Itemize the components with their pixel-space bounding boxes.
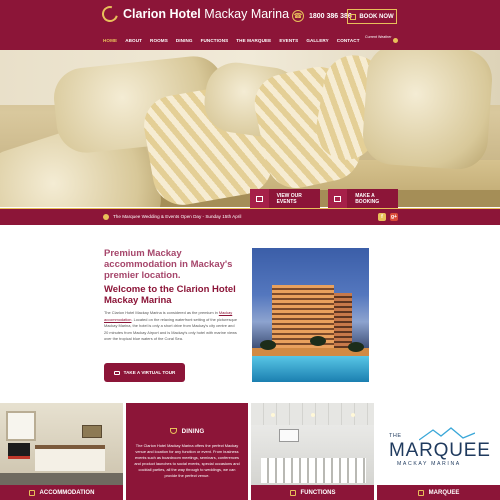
dining-tile[interactable]: DINING The Clarion Hotel Mackay Marina o… — [126, 403, 248, 500]
ceiling-light — [351, 413, 355, 417]
nav-dining[interactable]: DINING — [176, 38, 193, 43]
welcome-heading: Welcome to the Clarion Hotel Mackay Mari… — [104, 284, 236, 306]
chair-rows — [261, 458, 366, 483]
nav-home[interactable]: HOME — [103, 38, 117, 43]
functions-tile[interactable]: FUNCTIONS — [251, 403, 374, 500]
make-booking-button[interactable]: MAKE A BOOKING — [328, 189, 398, 209]
book-now-button[interactable]: BOOK NOW — [347, 9, 397, 24]
room-artwork — [82, 425, 102, 438]
book-now-label: BOOK NOW — [359, 13, 394, 20]
marquee-logo-name: MARQUEE — [389, 440, 491, 461]
marquee-logo-the: THE — [389, 433, 402, 439]
google-plus-icon[interactable]: g+ — [390, 213, 398, 221]
clarion-swirl-icon — [99, 3, 121, 25]
palm-tree — [310, 336, 326, 346]
palm-tree — [348, 342, 364, 352]
intro-heading: Premium Mackay accommodation in Mackay's… — [104, 248, 233, 281]
accommodation-tile[interactable]: ACCOMMODATION — [0, 403, 123, 500]
main-nav: HOME ABOUT ROOMS DINING FUNCTIONS THE MA… — [103, 38, 360, 43]
info-icon — [103, 214, 109, 220]
marquee-logo: THE MARQUEE MACKAY MARINA — [389, 423, 491, 473]
functions-icon — [289, 489, 296, 496]
weather-title: Current Weather — [365, 35, 392, 39]
facebook-icon[interactable]: f — [378, 213, 386, 221]
ceiling-light — [271, 413, 275, 417]
calendar-icon — [328, 189, 348, 209]
hotel-logo[interactable]: Clarion Hotel Mackay Marina — [99, 3, 289, 25]
hotel-tower — [272, 285, 334, 357]
cushion — [360, 50, 495, 172]
accommodation-label: ACCOMMODATION — [39, 489, 95, 496]
ceiling-light — [311, 413, 315, 417]
mountain-icon — [419, 427, 475, 441]
intro-text-before: The Clarion Hotel Mackay Marina is consi… — [104, 310, 219, 315]
marquee-tile[interactable]: THE MARQUEE MACKAY MARINA MARQUEE — [377, 403, 500, 500]
brand-name: Clarion Hotel Mackay Marina — [123, 7, 289, 21]
view-events-button[interactable]: VIEW OUR EVENTS — [250, 189, 320, 209]
marquee-label: MARQUEE — [428, 489, 460, 496]
pool — [252, 356, 369, 382]
nav-gallery[interactable]: GALLERY — [306, 38, 328, 43]
marquee-logo-sub: MACKAY MARINA — [397, 461, 461, 467]
phone-icon: ☎ — [292, 10, 304, 22]
sun-icon — [393, 38, 398, 43]
hotel-exterior-photo — [252, 248, 369, 382]
hero-image — [0, 50, 500, 207]
brand-bold: Clarion Hotel — [123, 7, 201, 21]
brand-light: Mackay Marina — [204, 7, 290, 21]
nav-rooms[interactable]: ROOMS — [150, 38, 168, 43]
view-events-label: VIEW OUR EVENTS — [276, 193, 302, 205]
accommodation-label-bar[interactable]: ACCOMMODATION — [0, 485, 123, 500]
dining-title: DINING — [126, 428, 248, 435]
phone-number: 1800 386 386 — [309, 12, 352, 20]
room-floor — [0, 473, 123, 485]
phone-contact[interactable]: ☎ 1800 386 386 — [292, 10, 352, 22]
room-tv — [8, 443, 30, 459]
announcement-bar: The Marquee Wedding & Events Open Day - … — [0, 208, 500, 225]
dining-title-text: DINING — [181, 428, 205, 435]
nav-the-marquee[interactable]: THE MARQUEE — [236, 38, 271, 43]
nav-contact[interactable]: CONTACT — [337, 38, 360, 43]
dining-description: The Clarion Hotel Mackay Marina offers t… — [134, 443, 240, 478]
vr-headset-icon — [113, 370, 120, 375]
dining-icon — [169, 428, 177, 434]
marquee-icon — [417, 489, 424, 496]
make-booking-label: MAKE A BOOKING — [355, 193, 380, 205]
announcement-text[interactable]: The Marquee Wedding & Events Open Day - … — [113, 214, 241, 219]
site-header: Clarion Hotel Mackay Marina ☎ 1800 386 3… — [0, 0, 500, 50]
bed-icon — [28, 489, 35, 496]
nav-about[interactable]: ABOUT — [125, 38, 142, 43]
palm-tree — [260, 340, 276, 350]
functions-label-bar[interactable]: FUNCTIONS — [251, 485, 374, 500]
nav-events[interactable]: EVENTS — [279, 38, 298, 43]
virtual-tour-button[interactable]: TAKE A VIRTUAL TOUR — [104, 363, 185, 382]
calendar-icon — [350, 13, 357, 20]
weather-widget: Current Weather — [365, 35, 392, 40]
calendar-icon — [250, 189, 269, 209]
room-bed — [35, 445, 105, 471]
marquee-label-bar[interactable]: MARQUEE — [377, 485, 500, 500]
nav-functions[interactable]: FUNCTIONS — [201, 38, 229, 43]
intro-paragraph: The Clarion Hotel Mackay Marina is consi… — [104, 310, 239, 343]
projector-screen — [279, 429, 299, 442]
virtual-tour-label: TAKE A VIRTUAL TOUR — [123, 370, 176, 375]
room-window — [6, 411, 36, 441]
functions-label: FUNCTIONS — [300, 489, 336, 496]
